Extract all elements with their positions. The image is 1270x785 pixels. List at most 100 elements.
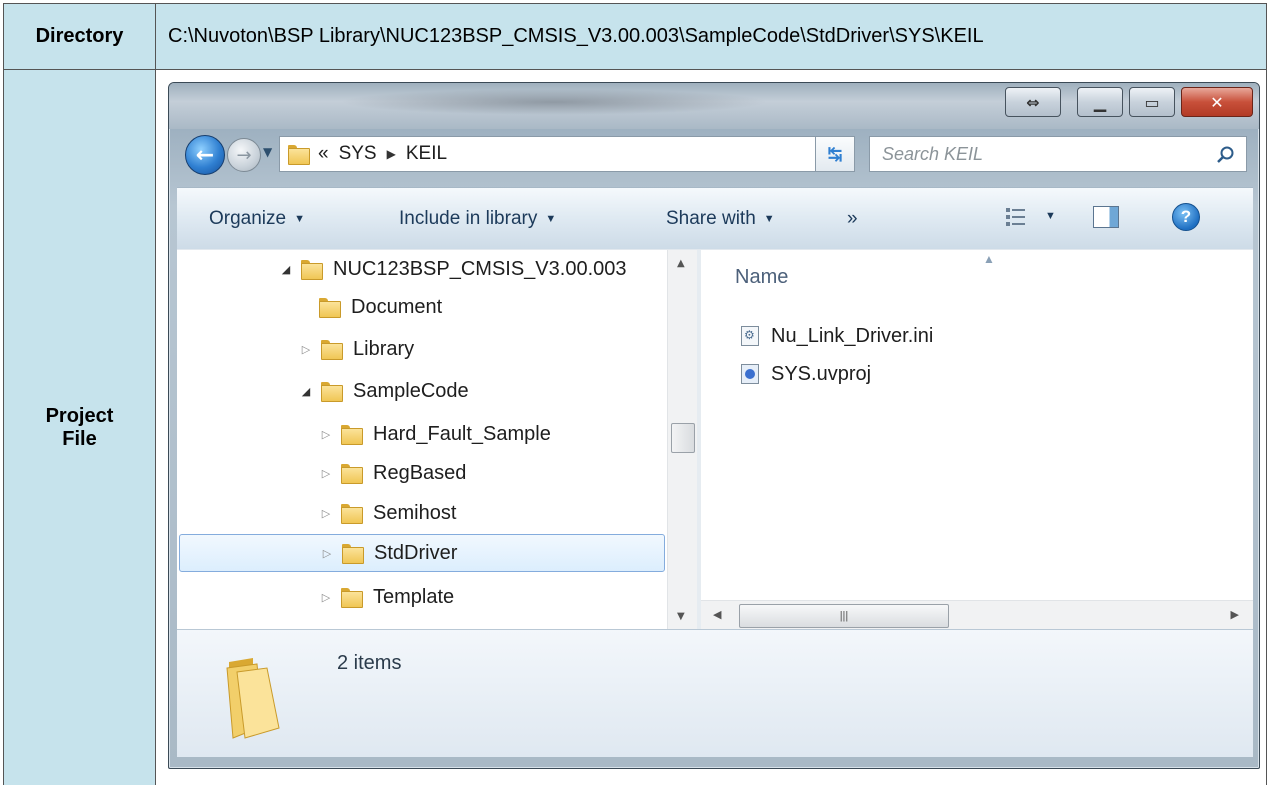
file-name: Nu_Link_Driver.ini xyxy=(771,324,934,347)
file-list-pane: ▲ Name Nu_Link_Driver.ini SYS.uvproj ◀ |… xyxy=(701,250,1253,630)
organize-menu[interactable]: Organize ▼ xyxy=(209,208,305,230)
close-button[interactable]: ✕ xyxy=(1181,87,1253,117)
breadcrumb-keil[interactable]: KEIL xyxy=(406,143,447,165)
scroll-right-icon[interactable]: ▶ xyxy=(1231,608,1239,621)
tree-item-label: NUC123BSP_CMSIS_V3.00.003 xyxy=(333,257,627,280)
address-bar[interactable]: « SYS ▶ KEIL ▼ xyxy=(279,136,904,172)
directory-label-cell: Directory xyxy=(3,3,156,70)
folder-icon xyxy=(321,340,343,360)
navigation-scrollbar[interactable]: ▲ ▼ xyxy=(667,250,697,630)
collapsed-triangle-icon[interactable]: ▷ xyxy=(317,591,335,604)
file-row-sys-uvproj[interactable]: SYS.uvproj xyxy=(741,358,871,390)
scroll-down-icon[interactable]: ▼ xyxy=(677,611,685,622)
tree-item-document[interactable]: Document xyxy=(319,288,442,326)
tree-item-stddriver[interactable]: ▷ StdDriver xyxy=(179,534,665,572)
minimize-button[interactable]: ▁ xyxy=(1077,87,1123,117)
tree-item-label: SampleCode xyxy=(353,379,469,402)
tree-item-regbased[interactable]: ▷ RegBased xyxy=(317,454,466,492)
recent-pages-button[interactable]: ▼ xyxy=(263,145,272,159)
switch-window-button[interactable]: ⇔ xyxy=(1005,87,1061,117)
forward-button[interactable]: → xyxy=(227,138,261,172)
close-icon: ✕ xyxy=(1210,92,1224,112)
uvproj-file-icon xyxy=(741,364,759,384)
include-in-library-label: Include in library xyxy=(399,208,538,229)
address-overflow[interactable]: « xyxy=(318,143,329,165)
search-icon[interactable] xyxy=(1216,145,1236,165)
title-blur xyxy=(339,89,769,115)
share-with-label: Share with xyxy=(666,208,756,229)
breadcrumb-separator-icon[interactable]: ▶ xyxy=(387,147,396,161)
include-in-library-menu[interactable]: Include in library ▼ xyxy=(399,208,556,230)
item-count: 2 items xyxy=(337,652,402,674)
expanded-triangle-icon[interactable]: ◢ xyxy=(297,385,315,398)
file-row-nu-link-driver[interactable]: Nu_Link_Driver.ini xyxy=(741,320,933,352)
refresh-icon: ↹ xyxy=(827,143,843,165)
maximize-button[interactable]: ▭ xyxy=(1129,87,1175,117)
command-bar: Organize ▼ Include in library ▼ Share with… xyxy=(177,187,1253,249)
folder-icon xyxy=(342,544,364,564)
chevron-down-icon: ▼ xyxy=(294,212,305,225)
content-area: ◢ NUC123BSP_CMSIS_V3.00.003 Document ▷ L… xyxy=(177,249,1253,630)
more-commands-button[interactable]: » xyxy=(847,208,858,230)
caption-buttons: ⇔ ▁ ▭ ✕ xyxy=(1005,87,1253,117)
refresh-button[interactable]: ↹ xyxy=(815,136,855,172)
file-name: SYS.uvproj xyxy=(771,362,872,385)
collapsed-triangle-icon[interactable]: ▷ xyxy=(317,428,335,441)
scroll-up-icon[interactable]: ▲ xyxy=(677,258,685,269)
chevron-down-icon: ▼ xyxy=(545,212,557,225)
ini-file-icon xyxy=(741,326,759,346)
double-arrow-icon: ⇔ xyxy=(1026,92,1040,112)
collapsed-triangle-icon[interactable]: ▷ xyxy=(317,507,335,520)
scrollbar-thumb[interactable]: ||| xyxy=(739,604,949,628)
scrollbar-thumb[interactable] xyxy=(671,423,695,453)
change-view-icon[interactable] xyxy=(1005,206,1027,228)
breadcrumb-sys[interactable]: SYS xyxy=(339,143,377,165)
tree-item-label: Template xyxy=(373,585,455,608)
folder-icon xyxy=(341,504,363,524)
navigation-pane: ◢ NUC123BSP_CMSIS_V3.00.003 Document ▷ L… xyxy=(177,250,685,630)
forward-arrow-icon: → xyxy=(236,144,252,166)
directory-value-cell: C:\Nuvoton\BSP Library\NUC123BSP_CMSIS_V… xyxy=(156,3,1267,70)
tree-item-hard-fault-sample[interactable]: ▷ Hard_Fault_Sample xyxy=(317,415,551,453)
large-folder-icon xyxy=(226,658,280,739)
explorer-window: ⇔ ▁ ▭ ✕ ← → ▼ « SYS ▶ KEIL ▼ ↹ Search KE… xyxy=(168,82,1260,769)
chevron-down-icon: ▼ xyxy=(763,212,775,225)
share-with-menu[interactable]: Share with ▼ xyxy=(666,208,775,230)
help-icon[interactable]: ? xyxy=(1172,203,1200,231)
sort-ascending-icon: ▲ xyxy=(983,252,995,266)
details-pane: 2 items xyxy=(177,629,1253,757)
tree-item-label: Semihost xyxy=(373,501,457,524)
tree-item-label: Library xyxy=(353,337,415,360)
folder-icon xyxy=(288,145,310,165)
maximize-icon: ▭ xyxy=(1144,92,1160,112)
tree-item-label: Hard_Fault_Sample xyxy=(373,422,551,445)
tree-item-samplecode[interactable]: ◢ SampleCode xyxy=(297,372,469,410)
tree-item-library[interactable]: ▷ Library xyxy=(297,330,414,368)
search-input[interactable]: Search KEIL xyxy=(869,136,1247,172)
back-button[interactable]: ← xyxy=(185,135,225,175)
title-bar[interactable]: ⇔ ▁ ▭ ✕ xyxy=(169,83,1259,129)
tree-item-label: RegBased xyxy=(373,461,467,484)
collapsed-triangle-icon[interactable]: ▷ xyxy=(318,547,336,560)
project-file-label: Project File xyxy=(45,404,114,450)
collapsed-triangle-icon[interactable]: ▷ xyxy=(297,343,315,356)
preview-pane-icon[interactable] xyxy=(1093,206,1119,228)
tree-item-nuc123bsp[interactable]: ◢ NUC123BSP_CMSIS_V3.00.003 xyxy=(277,250,627,288)
expanded-triangle-icon[interactable]: ◢ xyxy=(277,263,295,276)
tree-item-label: StdDriver xyxy=(374,541,458,564)
horizontal-scrollbar[interactable]: ◀ ||| ▶ xyxy=(701,600,1253,630)
back-arrow-icon: ← xyxy=(195,142,215,168)
folder-icon xyxy=(341,588,363,608)
tree-item-semihost[interactable]: ▷ Semihost xyxy=(317,494,456,532)
tree-item-label: Document xyxy=(351,295,443,318)
project-file-label-cell: Project File xyxy=(3,69,156,785)
tree-item-template[interactable]: ▷ Template xyxy=(317,578,454,616)
folder-icon xyxy=(301,260,323,280)
folder-icon xyxy=(319,298,341,318)
chevron-down-icon: ▼ xyxy=(263,145,273,159)
name-column-header[interactable]: Name xyxy=(735,266,788,289)
view-dropdown-icon[interactable]: ▼ xyxy=(1045,210,1056,222)
folder-icon xyxy=(341,425,363,445)
collapsed-triangle-icon[interactable]: ▷ xyxy=(317,467,335,480)
scroll-left-icon[interactable]: ◀ xyxy=(713,608,721,621)
